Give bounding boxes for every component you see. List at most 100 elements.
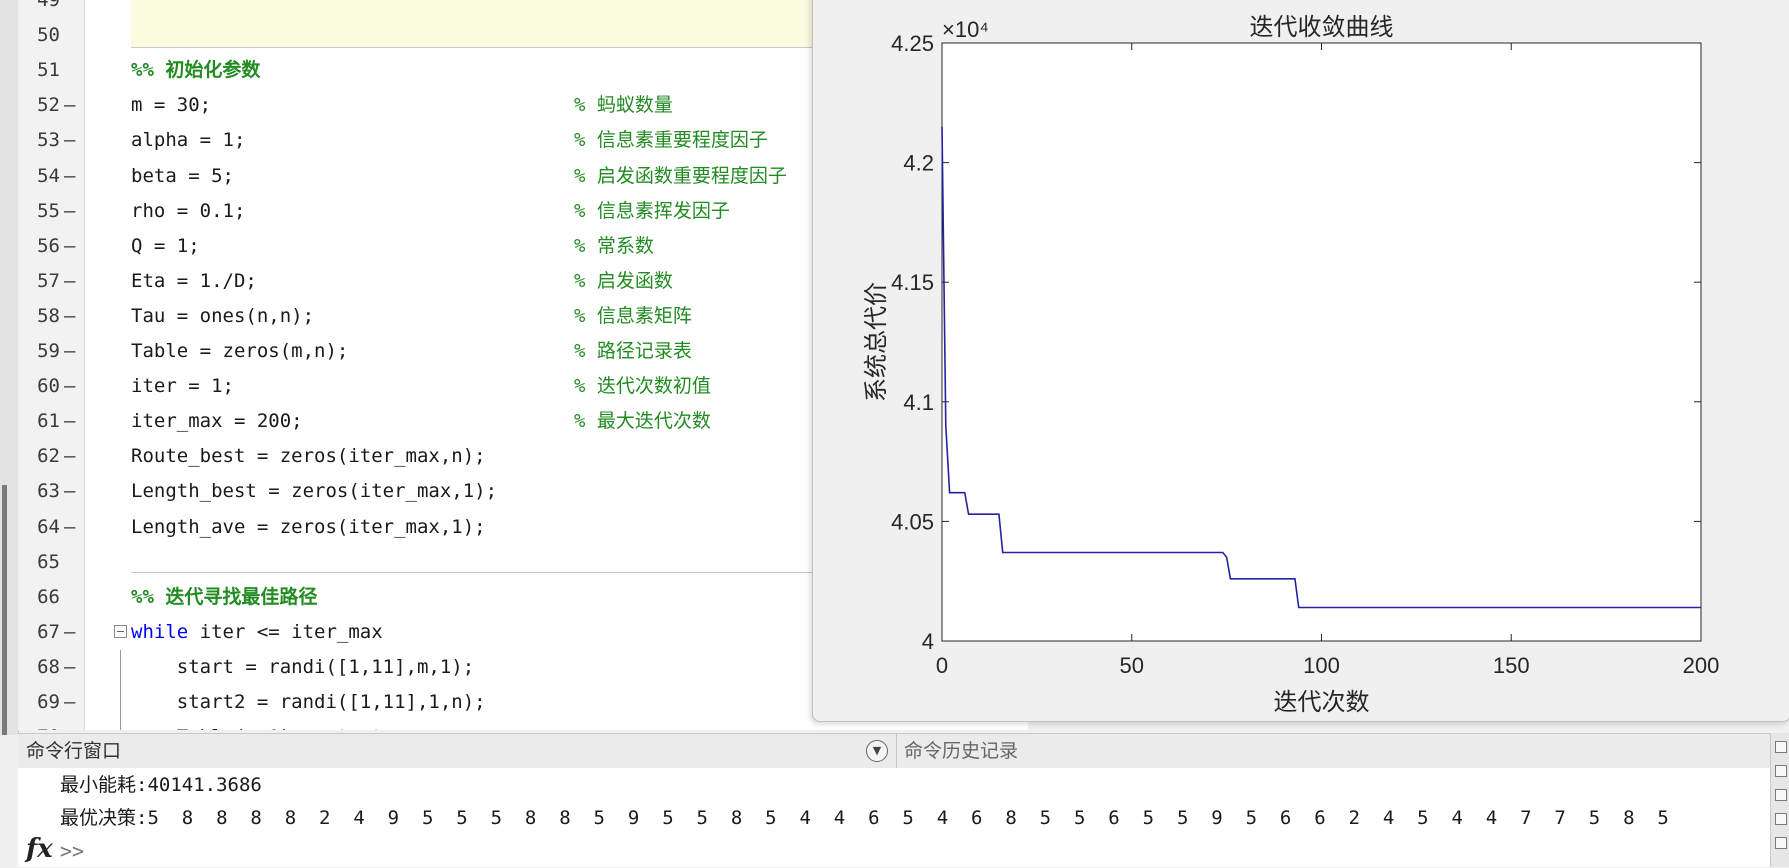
breakpoint-marker[interactable]: — [64, 615, 75, 650]
function-browser-icon[interactable]: fx [26, 834, 53, 864]
collapse-panel-icon[interactable]: ▼ [866, 740, 888, 762]
y-tick-label: 4.2 [903, 151, 934, 176]
line-number: 58 [37, 304, 60, 327]
code-content: Length_best = zeros(iter_max,1); [131, 480, 498, 503]
code-comment: % 最大迭代次数 [574, 410, 711, 433]
breakpoint-marker[interactable]: — [64, 334, 75, 369]
code-content: Length_ave = zeros(iter_max,1); [131, 515, 486, 538]
code-text: Table(:,1) = start; [131, 720, 394, 730]
chart-title: 迭代收敛曲线 [1250, 13, 1394, 41]
line-number: 63 [37, 480, 60, 503]
code-content: Table = zeros(m,n); [131, 340, 349, 362]
x-tick-label: 200 [1683, 653, 1720, 678]
x-axis-label: 迭代次数 [1274, 688, 1370, 716]
code-text: iter = 1; [131, 369, 234, 404]
code-comment: % 迭代次数初值 [574, 375, 711, 398]
line-number: 57 [37, 269, 60, 292]
code-content: iter <= iter_max [188, 620, 383, 643]
code-comment: % 路径记录表 [574, 340, 692, 362]
y-tick-label: 4.05 [891, 509, 934, 534]
code-text: Q = 1; [131, 229, 200, 264]
line-number: 69 [37, 691, 60, 713]
code-text: Length_ave = zeros(iter_max,1); [131, 510, 486, 545]
breakpoint-marker[interactable]: — [64, 159, 75, 194]
code-content: start2 = randi([1,11],1,n); [131, 691, 486, 713]
line-number: 54 [37, 164, 60, 187]
output-line-optimal-decision: 最优决策:5 8 8 8 8 2 4 9 5 5 5 8 8 5 9 5 5 8… [60, 807, 1669, 829]
command-window-header: 命令行窗口 ▼ 命令历史记录 [18, 733, 1789, 769]
breakpoint-marker[interactable]: — [64, 650, 75, 685]
line-number: 65 [37, 550, 60, 573]
strip-button[interactable] [1775, 789, 1787, 801]
code-text: Table = zeros(m,n); [131, 334, 348, 369]
y-tick-label: 4.25 [891, 31, 934, 56]
y-tick-label: 4.1 [903, 390, 934, 415]
line-number: 51 [37, 59, 60, 82]
fold-toggle-icon[interactable]: − [114, 624, 127, 638]
output-line-min-energy: 最小能耗:40141.3686 [60, 774, 262, 796]
code-text: rho = 0.1; [131, 194, 245, 229]
code-content: Table(:,1) = start; [131, 726, 394, 730]
breakpoint-marker[interactable]: — [64, 229, 75, 264]
line-number: 50 [37, 24, 60, 47]
cell-title: %% 初始化参数 [131, 53, 260, 88]
code-text: Length_best = zeros(iter_max,1); [131, 474, 497, 509]
line-number: 52 [37, 94, 60, 117]
code-content: start = randi([1,11],m,1); [131, 655, 475, 678]
breakpoint-marker[interactable]: — [64, 123, 75, 158]
breakpoint-marker[interactable]: — [64, 88, 75, 123]
line-number: 66 [37, 585, 60, 608]
code-content: beta = 5; [131, 164, 234, 187]
scroll-marker [2, 485, 7, 735]
code-content: m = 30; [131, 94, 212, 117]
breakpoint-marker[interactable]: — [64, 685, 75, 720]
code-text: iter_max = 200; [131, 404, 303, 439]
code-content: iter_max = 200; [131, 410, 303, 433]
breakpoint-marker[interactable]: — [64, 720, 75, 730]
figure-window[interactable]: 0 50 100 150 200 4 4.05 4.1 4.15 4.2 4.25 ×10⁴ 迭代收敛曲… [812, 0, 1789, 722]
y-exponent-label: ×10⁴ [942, 17, 989, 42]
fold-guide-line [120, 650, 121, 730]
line-number: 64 [37, 515, 60, 538]
command-prompt[interactable]: >> [60, 834, 84, 868]
panel-divider [896, 734, 897, 768]
code-text: start = randi([1,11],m,1); [131, 650, 474, 685]
breakpoint-marker[interactable]: — [64, 369, 75, 404]
code-comment: % 信息素矩阵 [574, 304, 692, 327]
keyword: while [131, 620, 189, 643]
code-text: start2 = randi([1,11],1,n); [131, 685, 486, 720]
strip-button[interactable] [1775, 765, 1787, 777]
strip-button[interactable] [1775, 837, 1787, 849]
x-tick-label: 0 [936, 653, 948, 678]
y-axis-label: 系统总代价 [862, 282, 890, 402]
code-comment: % 信息素重要程度因子 [574, 129, 768, 152]
line-number: 55 [37, 199, 60, 222]
breakpoint-marker[interactable]: — [64, 404, 75, 439]
code-text: beta = 5; [131, 159, 234, 194]
breakpoint-marker[interactable]: — [64, 439, 75, 474]
code-text: m = 30; [131, 88, 211, 123]
breakpoint-marker[interactable]: — [64, 474, 75, 509]
plot-area [941, 42, 1702, 642]
breakpoint-marker[interactable]: — [64, 510, 75, 545]
code-comment: % 常系数 [574, 234, 654, 257]
line-number: 49 [37, 0, 60, 11]
code-comment: % 启发函数重要程度因子 [574, 164, 787, 187]
strip-button[interactable] [1775, 741, 1787, 753]
convergence-chart: 0 50 100 150 200 4 4.05 4.1 4.15 4.2 4.25 ×10⁴ 迭代收敛曲… [862, 13, 1720, 716]
command-window[interactable]: 最小能耗:40141.3686 最优决策:5 8 8 8 8 2 4 9 5 5… [18, 768, 1770, 867]
code-content: Q = 1; [131, 234, 200, 257]
code-comment: % 蚂蚁数量 [574, 94, 673, 117]
code-content: alpha = 1; [131, 129, 246, 152]
breakpoint-marker[interactable]: — [64, 264, 75, 299]
line-number: 59 [37, 340, 60, 362]
code-content: Eta = 1./D; [131, 269, 257, 292]
breakpoint-marker[interactable]: — [64, 299, 75, 334]
command-history-title[interactable]: 命令历史记录 [904, 734, 1018, 768]
breakpoint-marker[interactable]: — [64, 194, 75, 229]
y-tick-label: 4 [922, 629, 934, 654]
command-window-title: 命令行窗口 [26, 740, 122, 762]
strip-button[interactable] [1775, 813, 1787, 825]
right-panel-strip [1770, 733, 1789, 867]
code-comment: % 信息素挥发因子 [574, 199, 730, 222]
